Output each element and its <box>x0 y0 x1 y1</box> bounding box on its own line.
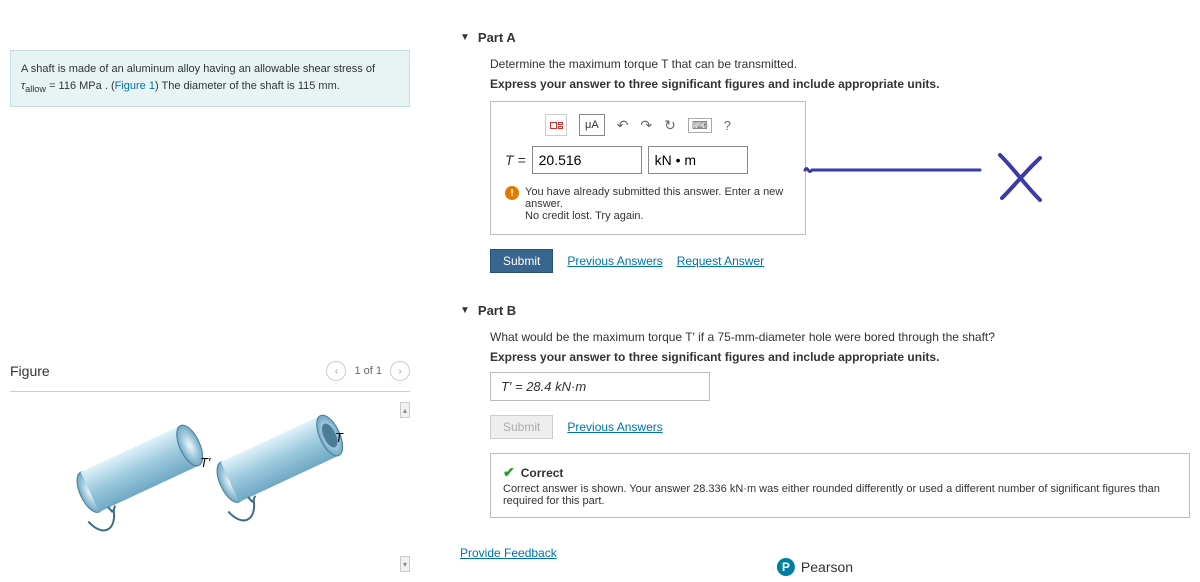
pager-prev-button[interactable]: ‹ <box>326 361 346 381</box>
pearson-label: Pearson <box>801 559 853 575</box>
reset-icon[interactable]: ↻ <box>664 117 676 134</box>
feedback-text: You have already submitted this answer. … <box>525 186 791 222</box>
part-b-submit-button: Submit <box>490 415 553 439</box>
redo-icon[interactable]: ↷ <box>640 117 652 134</box>
help-icon[interactable]: ? <box>724 118 731 133</box>
answer-value-input[interactable] <box>532 146 642 174</box>
figure-pager: ‹ 1 of 1 › <box>326 361 410 381</box>
problem-statement: A shaft is made of an aluminum alloy hav… <box>10 50 410 107</box>
part-b-header[interactable]: ▼ Part B <box>460 283 1190 330</box>
caret-down-icon: ▼ <box>460 32 470 43</box>
part-a-submit-button[interactable]: Submit <box>490 249 553 273</box>
correct-feedback-box: ✔ Correct Correct answer is shown. Your … <box>490 453 1190 518</box>
correct-label: Correct <box>521 466 564 480</box>
part-a-instruction-1: Determine the maximum torque T that can … <box>490 57 1190 71</box>
part-b-previous-answers-link[interactable]: Previous Answers <box>567 420 662 434</box>
part-a-request-answer-link[interactable]: Request Answer <box>677 254 764 268</box>
divider <box>10 391 410 392</box>
problem-text: A shaft is made of an aluminum alloy hav… <box>21 63 375 75</box>
problem-suffix: ) The diameter of the shaft is 115 mm. <box>155 80 340 92</box>
label-t: T <box>335 430 344 445</box>
check-icon: ✔ <box>503 464 515 481</box>
shaft-figure: T′ T <box>60 402 360 552</box>
eq-sign: = <box>49 80 58 92</box>
problem-mid: . ( <box>105 80 115 92</box>
pearson-logo-icon: P <box>777 558 795 576</box>
figure-scroll-down[interactable]: ▾ <box>400 556 410 572</box>
part-a-title: Part A <box>478 30 516 45</box>
part-a-previous-answers-link[interactable]: Previous Answers <box>567 254 662 268</box>
tau-value: 116 MPa <box>59 80 102 92</box>
pearson-branding: P Pearson <box>777 558 853 576</box>
part-b-instruction-1: What would be the maximum torque T′ if a… <box>490 330 1190 344</box>
pager-next-button[interactable]: › <box>390 361 410 381</box>
caret-down-icon: ▼ <box>460 305 470 316</box>
answer-unit-input[interactable] <box>648 146 748 174</box>
t-equals-label: T = <box>505 152 526 168</box>
undo-icon[interactable]: ↶ <box>617 117 629 134</box>
label-tprime: T′ <box>200 455 211 470</box>
figure-scroll-up[interactable]: ▴ <box>400 402 410 418</box>
units-button[interactable]: μA <box>579 114 605 136</box>
pager-text: 1 of 1 <box>354 365 382 377</box>
part-a-instruction-2: Express your answer to three significant… <box>490 77 1190 91</box>
figure-link[interactable]: Figure 1 <box>115 80 155 92</box>
part-b-answer-display: T′ = 28.4 kN·m <box>490 372 710 401</box>
correct-message: Correct answer is shown. Your answer 28.… <box>503 483 1177 507</box>
part-a-header[interactable]: ▼ Part A <box>460 10 1190 57</box>
provide-feedback-link[interactable]: Provide Feedback <box>460 546 557 560</box>
tau-sub: allow <box>25 84 46 94</box>
part-b-instruction-2: Express your answer to three significant… <box>490 350 1190 364</box>
part-a-answer-box: μA ↶ ↷ ↻ ⌨ ? T = ! You have already subm… <box>490 101 806 235</box>
part-b-title: Part B <box>478 303 516 318</box>
warning-icon: ! <box>505 186 519 200</box>
keyboard-icon[interactable]: ⌨ <box>688 118 712 133</box>
figure-title: Figure <box>10 363 50 379</box>
templates-button[interactable] <box>545 114 567 136</box>
